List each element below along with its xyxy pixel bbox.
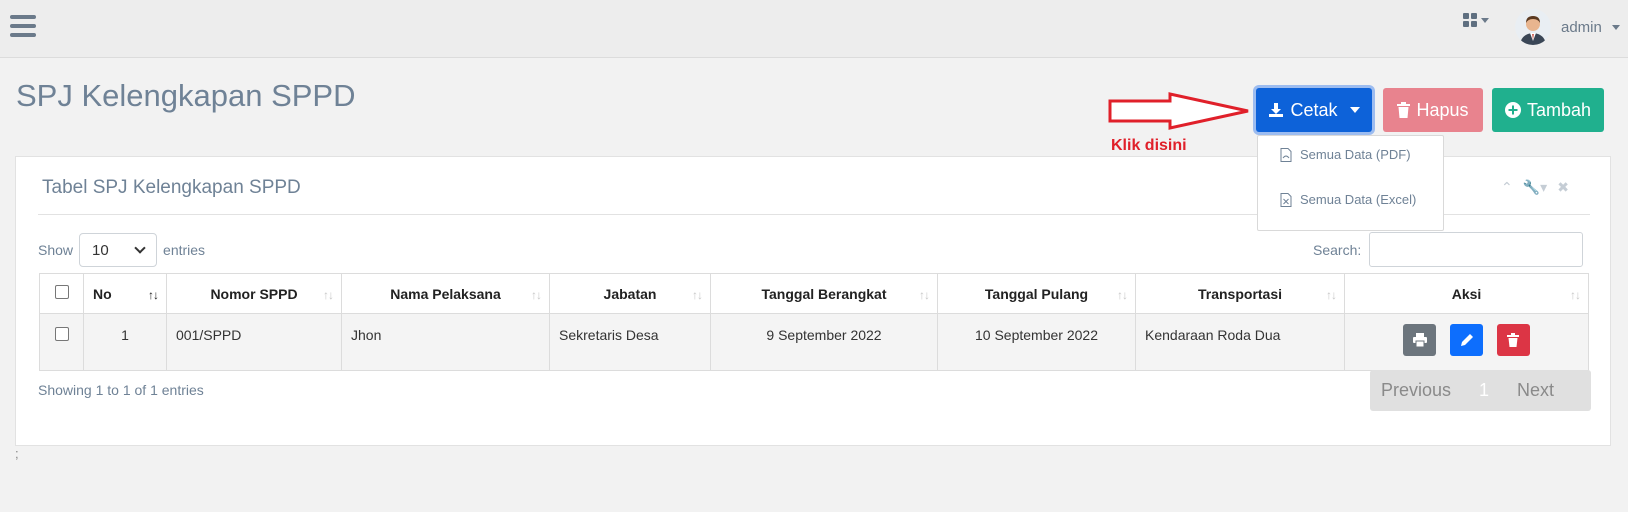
header-label: No: [93, 285, 112, 302]
cetak-dropdown-menu: Semua Data (PDF) Semua Data (Excel): [1257, 135, 1444, 231]
cell-aksi: [1344, 313, 1589, 371]
cell-nama-pelaksana: Jhon: [341, 313, 550, 371]
tambah-button[interactable]: Tambah: [1492, 88, 1604, 132]
cetak-label: Cetak: [1290, 99, 1338, 120]
plus-circle-icon: [1504, 102, 1521, 118]
cell-transportasi: Kendaraan Roda Dua: [1135, 313, 1345, 371]
apps-menu-button[interactable]: [1463, 13, 1489, 27]
table-row: 1 001/SPPD Jhon Sekretaris Desa 9 Septem…: [39, 313, 1589, 371]
data-table: No ↑↓ Nomor SPPD ↑↓ Nama Pelaksana ↑↓ Ja…: [39, 273, 1589, 371]
annotation-text: Klik disini: [1111, 137, 1187, 154]
header-label: Transportasi: [1197, 285, 1283, 302]
page-number-button[interactable]: 1: [1479, 380, 1489, 401]
chevron-down-icon: [1611, 24, 1620, 30]
grid-icon: [1463, 13, 1477, 27]
search-input[interactable]: [1369, 232, 1584, 267]
trash-icon: [1507, 333, 1520, 347]
pagination: Previous 1 Next: [1370, 370, 1591, 411]
header-select-all: [39, 273, 84, 314]
sort-icon: ↑↓: [323, 288, 334, 302]
panel-title: Tabel SPJ Kelengkapan SPPD: [42, 177, 301, 198]
avatar: [1515, 9, 1551, 45]
sort-icon: ↑↓: [531, 288, 542, 302]
sort-asc-icon: ↑↓: [148, 288, 159, 302]
header-tanggal-berangkat[interactable]: Tanggal Berangkat ↑↓: [710, 273, 938, 314]
collapse-icon[interactable]: ⌃: [1501, 179, 1513, 196]
edit-icon: [1460, 334, 1473, 346]
page-length-select[interactable]: 10: [79, 233, 158, 267]
excel-file-icon: [1280, 192, 1292, 207]
length-control: Show 10 entries: [38, 233, 205, 267]
next-button[interactable]: Next: [1517, 380, 1554, 401]
sort-icon: ↑↓: [919, 288, 930, 302]
hamburger-icon[interactable]: [10, 15, 36, 39]
row-select-cell: [39, 313, 84, 371]
chevron-down-icon: [1349, 107, 1360, 113]
sort-icon: ↑↓: [1570, 288, 1581, 302]
header-no[interactable]: No ↑↓: [83, 273, 167, 314]
header-label: Aksi: [1451, 285, 1482, 302]
user-menu[interactable]: admin: [1515, 9, 1620, 45]
header-transportasi[interactable]: Transportasi ↑↓: [1135, 273, 1345, 314]
select-all-checkbox[interactable]: [54, 285, 69, 299]
download-icon: [1269, 103, 1284, 117]
search-label: Search:: [1313, 241, 1362, 258]
chevron-down-icon: [134, 242, 146, 254]
trash-icon: [1397, 102, 1411, 118]
search-control: Search:: [1313, 232, 1584, 267]
header-label: Tanggal Berangkat: [761, 285, 887, 302]
dropdown-item-excel[interactable]: Semua Data (Excel): [1280, 192, 1416, 207]
header-label: Nama Pelaksana: [390, 285, 501, 302]
cell-tanggal-berangkat: 9 September 2022: [710, 313, 938, 371]
row-checkbox[interactable]: [54, 327, 69, 341]
entries-label: entries: [163, 242, 206, 258]
table-header-row: No ↑↓ Nomor SPPD ↑↓ Nama Pelaksana ↑↓ Ja…: [39, 273, 1589, 314]
cell-jabatan: Sekretaris Desa: [549, 313, 711, 371]
wrench-icon[interactable]: 🔧▾: [1523, 179, 1547, 196]
delete-button[interactable]: [1496, 324, 1530, 356]
header-nomor-sppd[interactable]: Nomor SPPD ↑↓: [166, 273, 342, 314]
close-icon[interactable]: ✖: [1557, 179, 1569, 196]
header-nama-pelaksana[interactable]: Nama Pelaksana ↑↓: [341, 273, 550, 314]
arrow-annotation-icon: [1108, 92, 1249, 130]
sort-icon: ↑↓: [1326, 288, 1337, 302]
header-label: Nomor SPPD: [210, 285, 298, 302]
table-info: Showing 1 to 1 of 1 entries: [38, 382, 204, 398]
page-title: SPJ Kelengkapan SPPD: [16, 78, 356, 113]
dropdown-item-pdf[interactable]: Semua Data (PDF): [1280, 147, 1411, 162]
cell-nomor-sppd: 001/SPPD: [166, 313, 342, 371]
sort-icon: ↑↓: [692, 288, 703, 302]
header-label: Tanggal Pulang: [984, 285, 1089, 302]
header-tanggal-pulang[interactable]: Tanggal Pulang ↑↓: [937, 273, 1136, 314]
show-label: Show: [38, 242, 74, 258]
header-label: Jabatan: [603, 285, 657, 302]
top-navbar: admin: [0, 0, 1628, 58]
cell-tanggal-pulang: 10 September 2022: [937, 313, 1136, 371]
footer-note: ;: [15, 446, 19, 461]
cell-no: 1: [83, 313, 167, 371]
pdf-file-icon: [1280, 147, 1292, 162]
header-jabatan[interactable]: Jabatan ↑↓: [549, 273, 711, 314]
panel-tools: ⌃ 🔧▾ ✖: [1501, 179, 1569, 196]
user-name: admin: [1561, 18, 1602, 36]
tambah-label: Tambah: [1526, 99, 1592, 120]
chevron-down-icon: [1481, 17, 1489, 23]
dropdown-item-label: Semua Data (Excel): [1300, 192, 1417, 207]
print-button[interactable]: [1403, 324, 1437, 356]
edit-button[interactable]: [1450, 324, 1483, 356]
hapus-button[interactable]: Hapus: [1383, 88, 1483, 132]
sort-icon: ↑↓: [1117, 288, 1128, 302]
hapus-label: Hapus: [1416, 99, 1469, 120]
previous-button[interactable]: Previous: [1381, 380, 1451, 401]
header-aksi[interactable]: Aksi ↑↓: [1344, 273, 1589, 314]
page-length-value: 10: [92, 241, 109, 259]
cetak-button[interactable]: Cetak: [1256, 88, 1372, 132]
dropdown-item-label: Semua Data (PDF): [1300, 147, 1411, 162]
print-icon: [1412, 333, 1427, 347]
